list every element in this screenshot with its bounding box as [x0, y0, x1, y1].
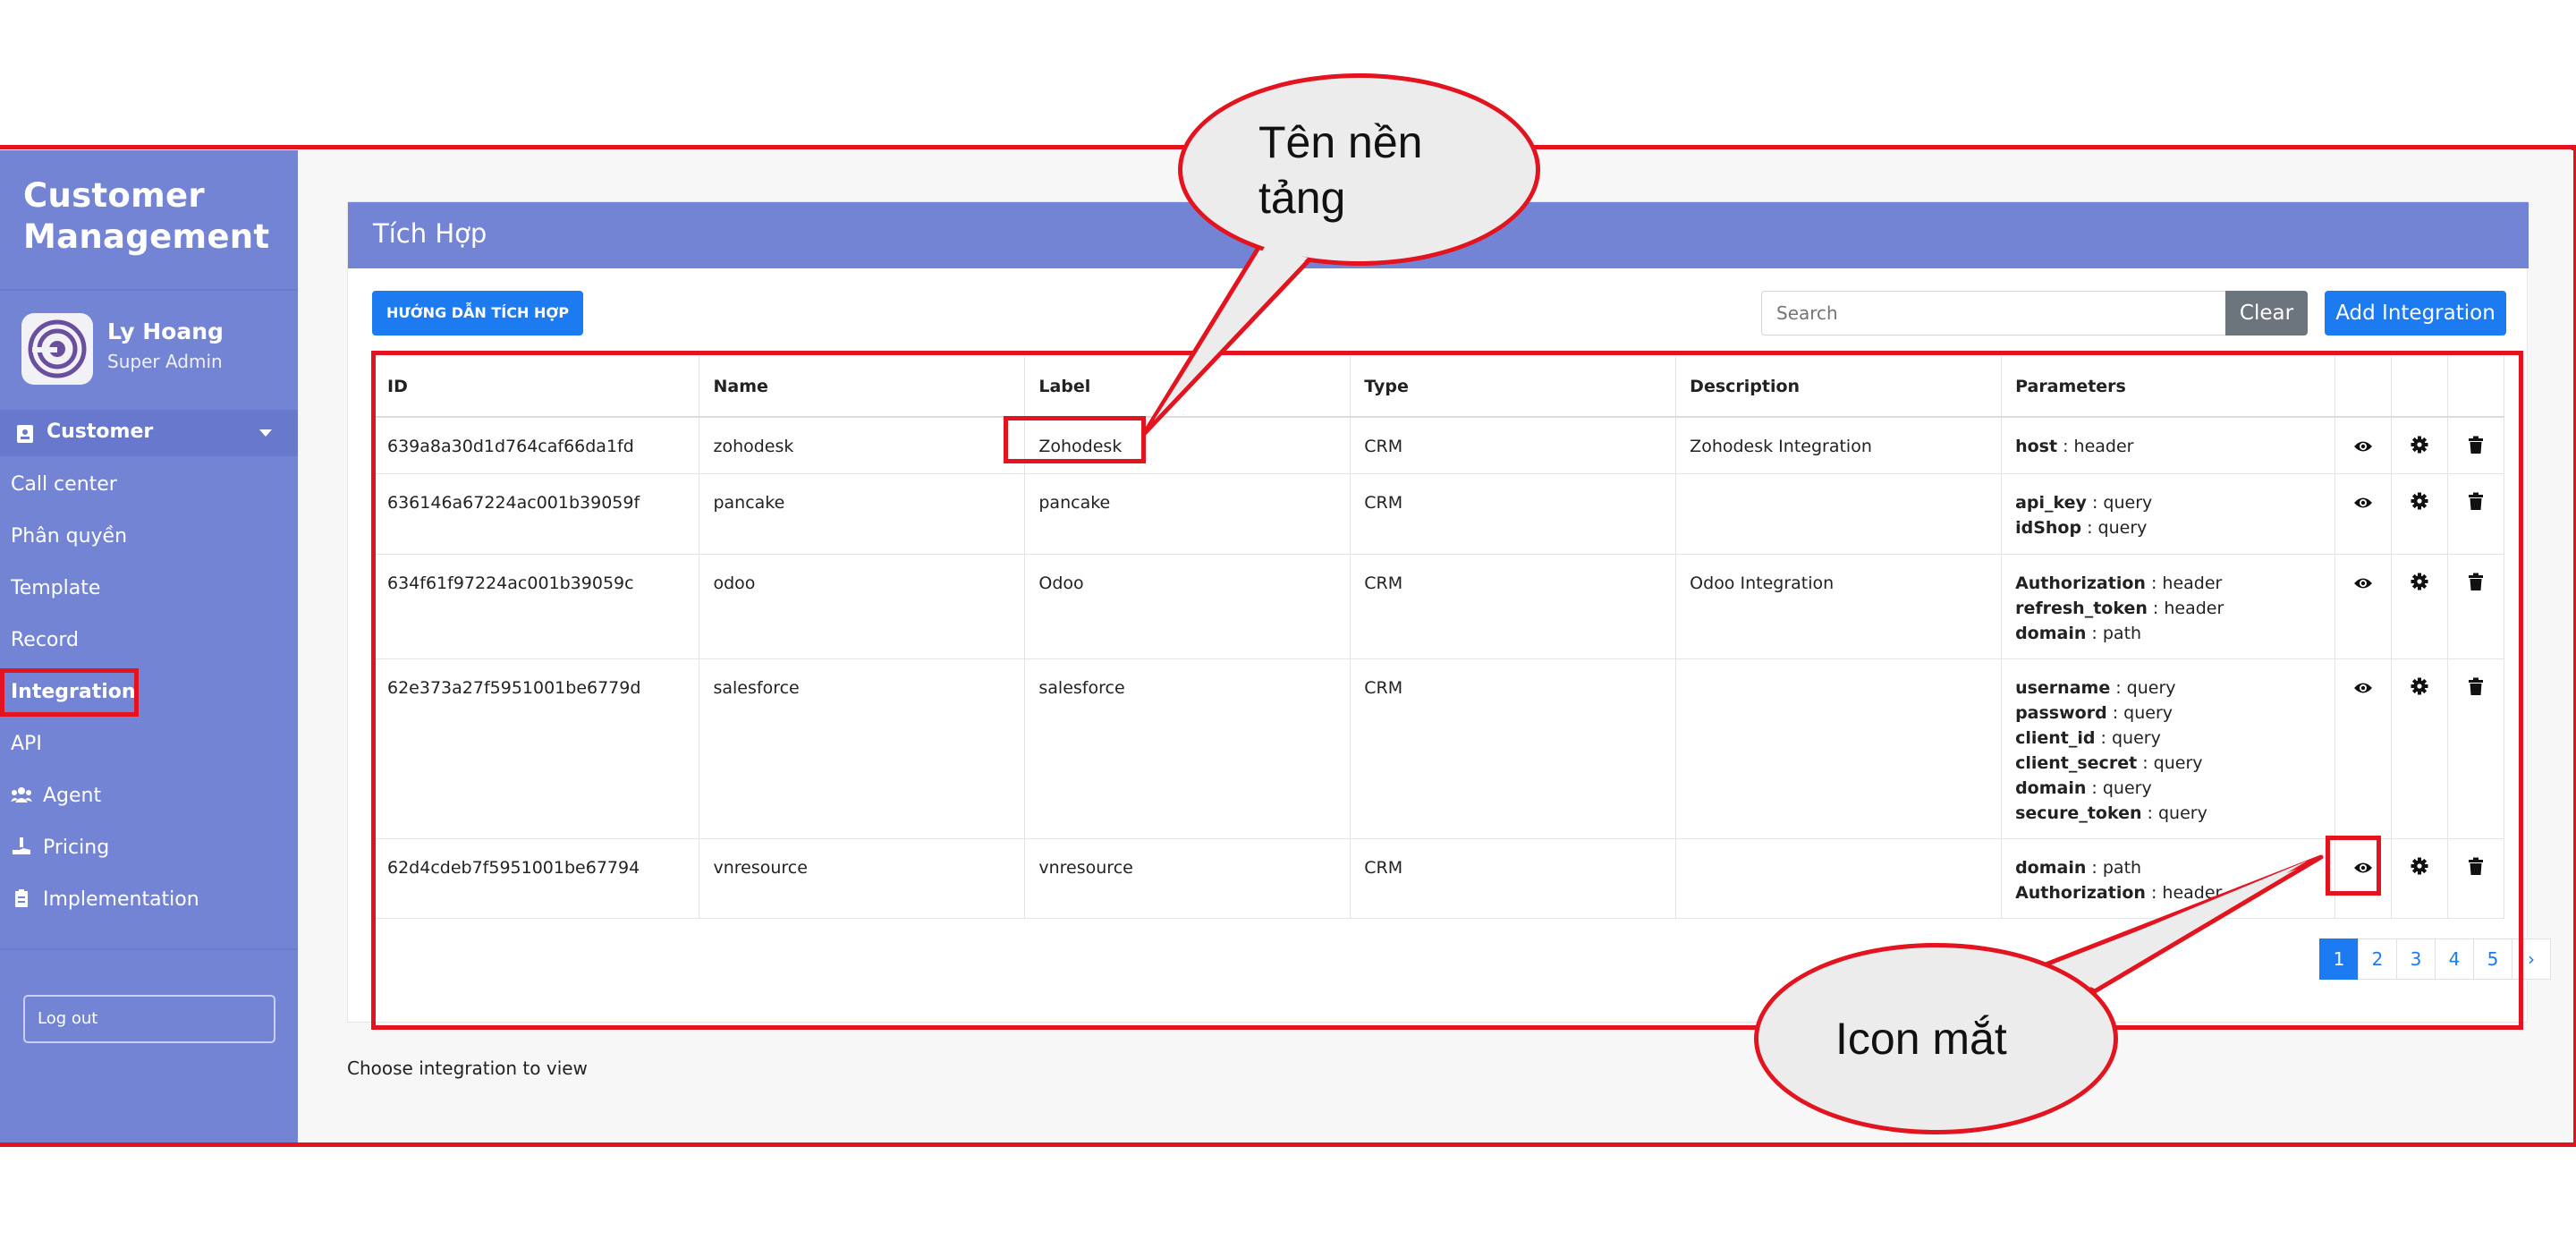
callout-line: Tên nền: [1258, 117, 1423, 167]
callout-line: tảng: [1258, 173, 1346, 223]
callout-pointer-fill: [2048, 861, 2308, 988]
callout-pointer-fill: [1154, 247, 1308, 420]
screenshot-stage: { "app": { "brand_line1": "Customer", "b…: [0, 0, 2576, 1240]
callout-text-eye: Icon mắt: [1835, 1014, 2007, 1064]
callout-text-platform: Tên nền tảng: [1258, 115, 1422, 225]
